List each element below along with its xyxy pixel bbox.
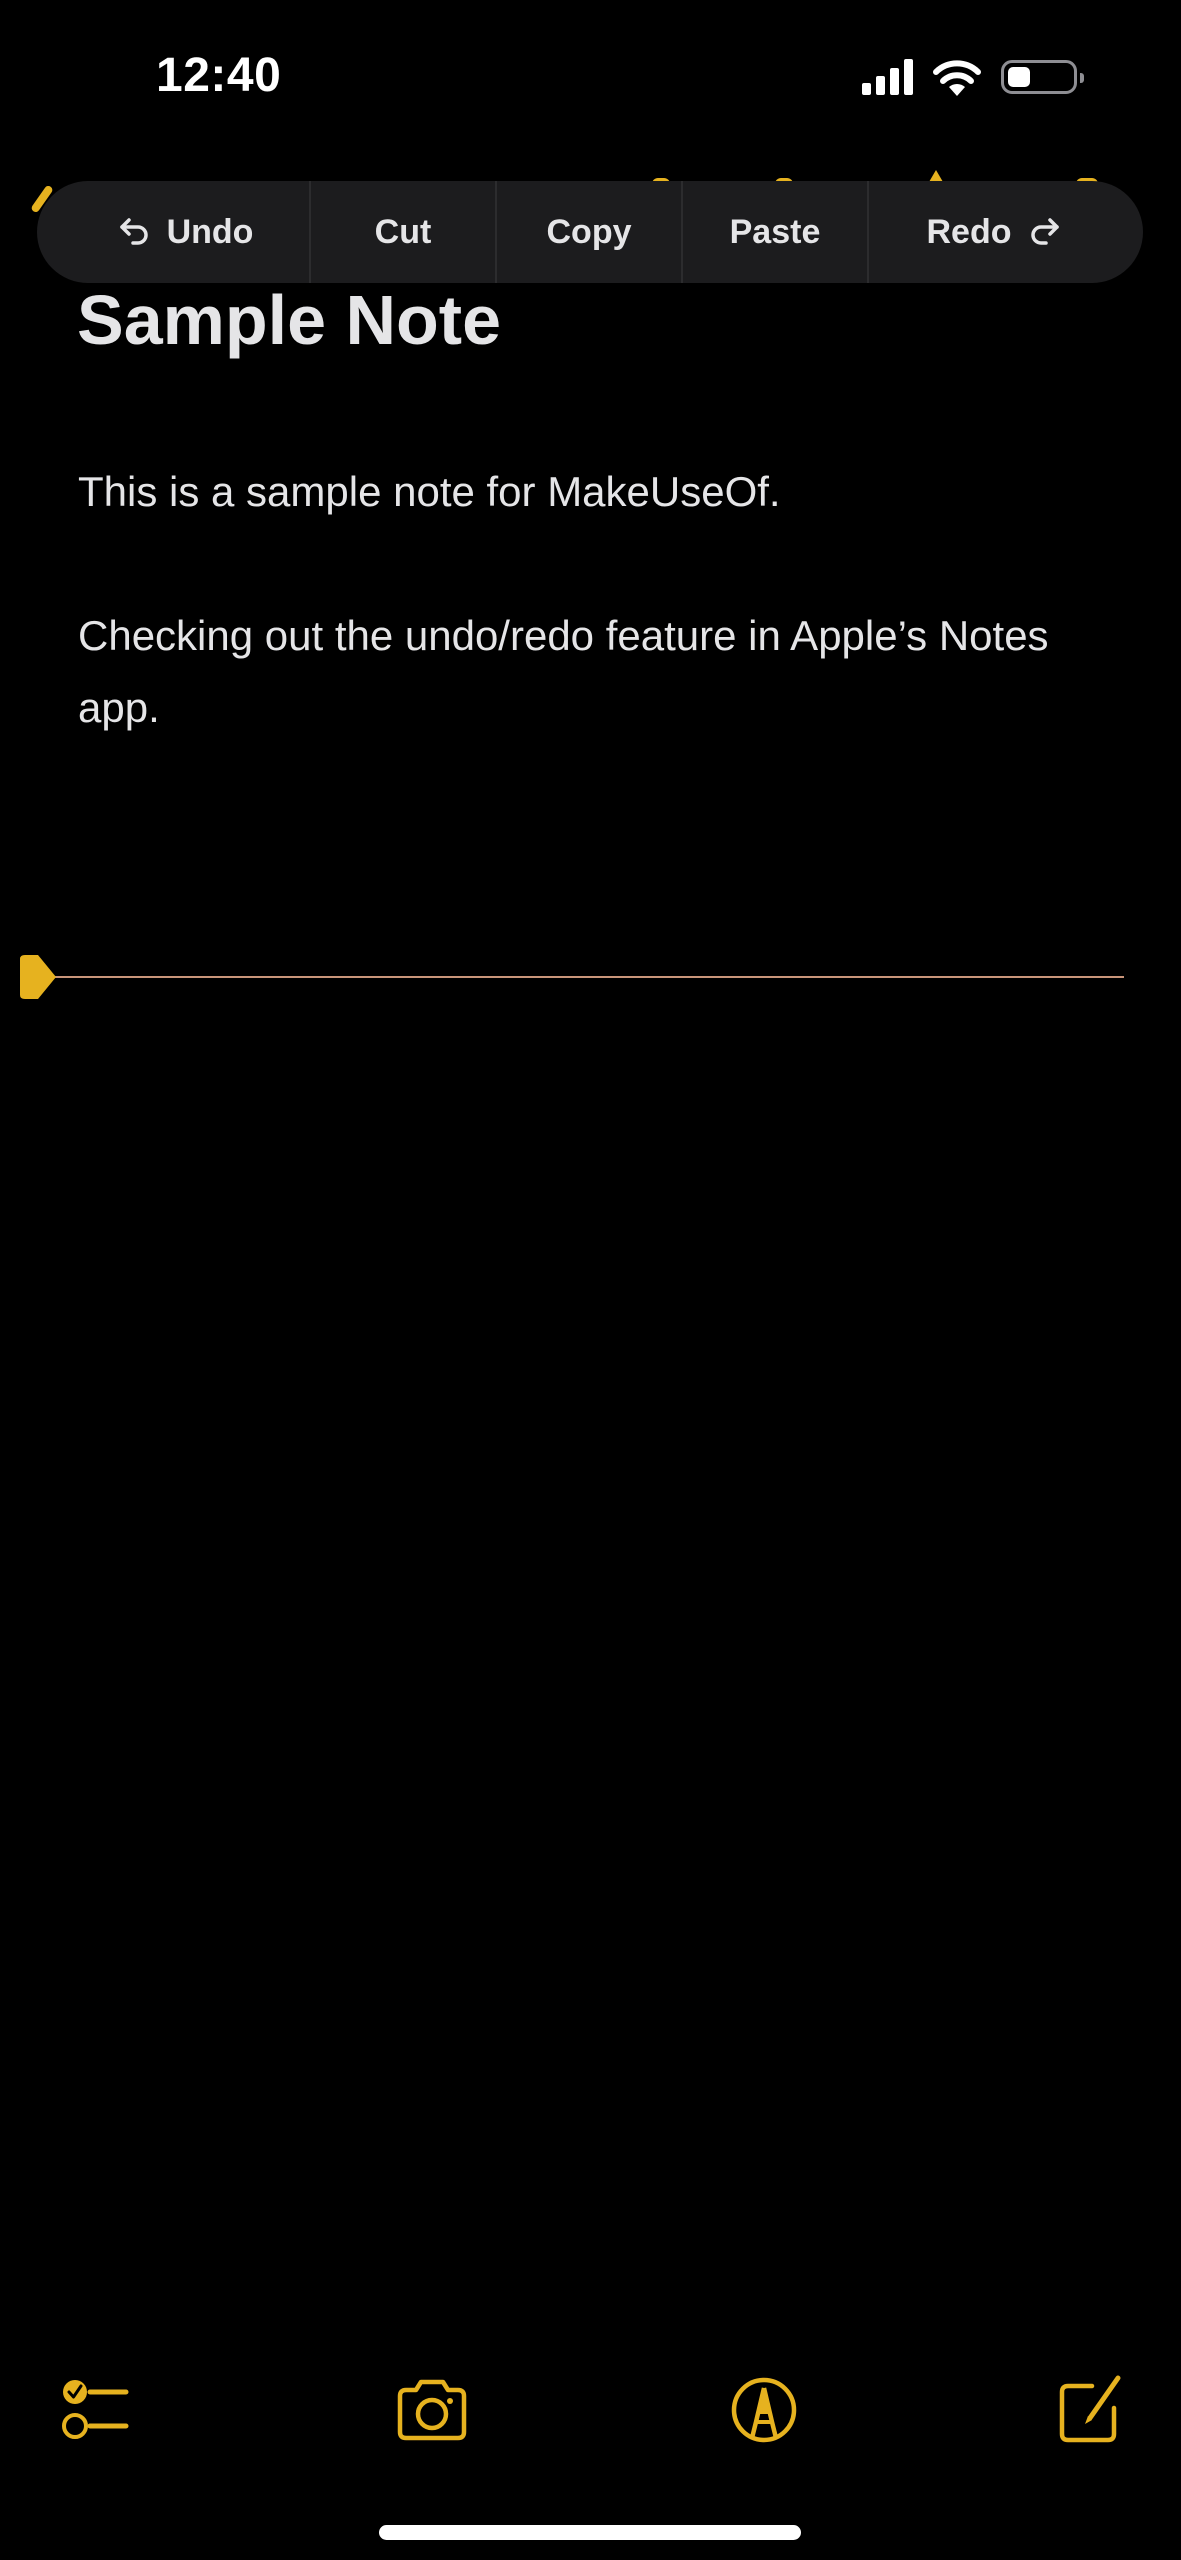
undo-arrow-icon [119,218,148,245]
battery-icon [1001,60,1084,94]
wifi-icon [933,60,981,96]
cellular-signal-icon [862,59,913,95]
cut-button[interactable]: Cut [311,181,497,283]
camera-icon [397,2379,467,2441]
note-title[interactable]: Sample Note [77,280,501,360]
note-paragraph[interactable]: Checking out the undo/redo feature in Ap… [78,600,1118,744]
copy-label: Copy [546,212,632,251]
insertion-line [50,976,1124,978]
paste-label: Paste [729,212,821,251]
status-time: 12:40 [156,49,282,102]
markup-button[interactable] [724,2370,804,2450]
cut-label: Cut [374,212,432,251]
markup-pen-icon [731,2377,797,2443]
checklist-button[interactable] [56,2370,136,2450]
compose-icon [1059,2375,1121,2443]
copy-button[interactable]: Copy [497,181,683,283]
home-indicator[interactable] [379,2525,801,2540]
redo-label: Redo [926,212,1012,251]
bottom-toolbar [0,2370,1181,2450]
undo-button[interactable]: Undo [37,181,311,283]
edit-menu: Undo Cut Copy Paste Redo [37,181,1143,283]
paste-button[interactable]: Paste [683,181,869,283]
checklist-icon [62,2380,129,2439]
redo-button[interactable]: Redo [869,181,1143,283]
redo-arrow-icon [1030,218,1059,245]
camera-button[interactable] [392,2370,472,2450]
note-paragraph[interactable]: This is a sample note for MakeUseOf. [78,456,1118,528]
undo-label: Undo [166,212,254,251]
cursor-handle-icon[interactable] [16,955,60,999]
compose-button[interactable] [1050,2370,1130,2450]
status-icons [862,58,1084,96]
